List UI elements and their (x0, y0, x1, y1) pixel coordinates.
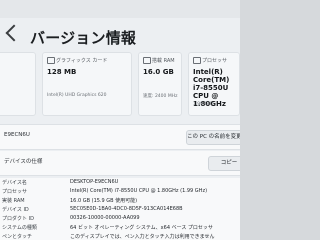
spec-key: 実装 RAM (2, 198, 25, 204)
spec-row: システムの種類 64 ビット オペレーティング システム、x64 ベース プロセ… (0, 224, 240, 232)
graphics-label: グラフィックス カード (56, 58, 108, 64)
processor-sub: 1.99 GHz (193, 102, 214, 107)
graphics-sub: Intel(R) UHD Graphics 620 (47, 93, 107, 98)
spec-value: 00326-10000-00000-AA099 (70, 215, 140, 221)
spec-key: システムの種類 (2, 225, 37, 231)
device-name-row: E9ECN6U この PC の名前を変更 (0, 124, 240, 150)
spec-key: デバイス名 (2, 180, 27, 186)
spec-row: デバイス名 DESKTOP-E9ECN6U (0, 179, 240, 187)
spec-row: ペンとタッチ このディスプレイでは、ペン入力とタッチ入力は利用できません (0, 233, 240, 240)
spec-row: デバイス ID 5EC05E0D-1BA0-4DC0-8D5F-913CA014… (0, 206, 240, 214)
settings-window: バージョン情報 グラフィックス カード 128 MB Intel(R) UHD … (0, 0, 240, 240)
processor-icon (193, 57, 201, 64)
spec-value: DESKTOP-E9ECN6U (70, 179, 119, 185)
processor-label: プロセッサ (202, 58, 228, 64)
rename-pc-button[interactable]: この PC の名前を変更 (186, 130, 240, 145)
ram-icon (143, 57, 151, 64)
title-bar (0, 0, 240, 18)
device-name-text: E9ECN6U (4, 132, 30, 138)
graphics-value: 128 MB (47, 68, 77, 76)
processor-card[interactable]: プロセッサ Intel(R) Core(TM) i7-8550U CPU @ 1… (188, 52, 240, 116)
ram-sub: 速度: 2400 MHz (143, 94, 178, 99)
copy-button[interactable]: コピー (208, 156, 240, 171)
device-spec-header[interactable]: デバイスの仕様 コピー (0, 151, 240, 176)
ram-label: 搭載 RAM (152, 58, 175, 64)
page-title: バージョン情報 (30, 29, 137, 47)
spec-value: このディスプレイでは、ペン入力とタッチ入力は利用できません (70, 234, 215, 240)
spec-value: 16.0 GB (15.9 GB 使用可能) (70, 198, 138, 204)
spec-value: 64 ビット オペレーティング システム、x64 ベース プロセッサ (70, 225, 213, 231)
spec-row: 実装 RAM 16.0 GB (15.9 GB 使用可能) (0, 197, 240, 205)
device-spec-list: デバイス名 DESKTOP-E9ECN6U プロセッサ Intel(R) Cor… (0, 178, 240, 240)
ram-value: 16.0 GB (143, 68, 174, 76)
spec-key: デバイス ID (2, 207, 29, 213)
spec-key: ペンとタッチ (2, 234, 33, 240)
spec-row: プロダクト ID 00326-10000-00000-AA099 (0, 215, 240, 223)
graphics-icon (47, 57, 55, 64)
graphics-card[interactable]: グラフィックス カード 128 MB Intel(R) UHD Graphics… (42, 52, 132, 116)
device-spec-title: デバイスの仕様 (4, 159, 43, 165)
ram-card[interactable]: 搭載 RAM 16.0 GB 速度: 2400 MHz (138, 52, 182, 116)
storage-card[interactable] (0, 52, 36, 116)
spec-key: プロダクト ID (2, 216, 34, 222)
spec-key: プロセッサ (2, 189, 28, 195)
spec-row: プロセッサ Intel(R) Core(TM) i7-8550U CPU @ 1… (0, 188, 240, 196)
spec-value: 5EC05E0D-1BA0-4DC0-8D5F-913CA014E68B (70, 206, 183, 212)
spec-value: Intel(R) Core(TM) i7-8550U CPU @ 1.80GHz… (70, 188, 208, 194)
spec-cards: グラフィックス カード 128 MB Intel(R) UHD Graphics… (0, 52, 240, 118)
back-arrow-icon[interactable] (5, 24, 23, 42)
